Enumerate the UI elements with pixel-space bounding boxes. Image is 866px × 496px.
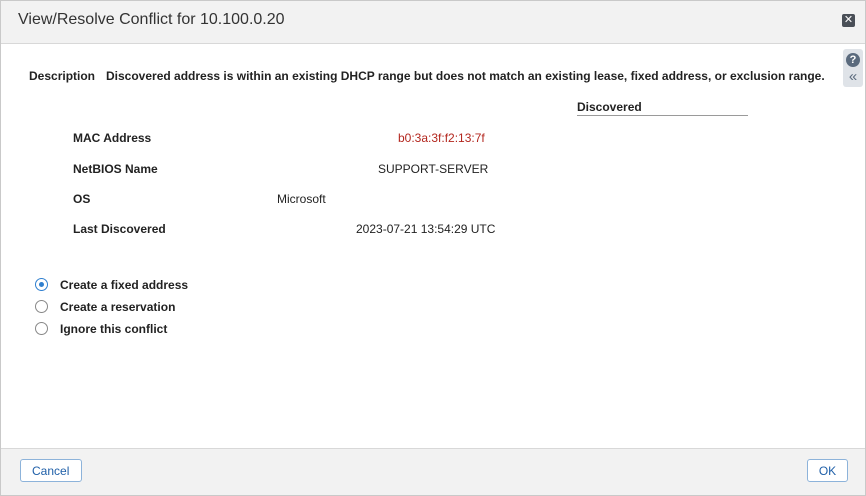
help-icon[interactable]: ? bbox=[846, 53, 860, 67]
description-text: Discovered address is within an existing… bbox=[106, 69, 825, 83]
side-help-tab: ? « bbox=[843, 49, 863, 87]
conflict-dialog: View/Resolve Conflict for 10.100.0.20 ✕ … bbox=[0, 0, 866, 496]
radio-ignore-conflict[interactable] bbox=[35, 322, 48, 335]
netbios-name-label: NetBIOS Name bbox=[73, 162, 158, 176]
radio-fixed-address[interactable] bbox=[35, 278, 48, 291]
close-icon[interactable]: ✕ bbox=[842, 14, 855, 27]
cancel-button[interactable]: Cancel bbox=[20, 459, 82, 482]
dialog-title: View/Resolve Conflict for 10.100.0.20 bbox=[18, 11, 285, 28]
last-discovered-label: Last Discovered bbox=[73, 222, 166, 236]
option-label: Ignore this conflict bbox=[60, 322, 168, 336]
description-label: Description bbox=[29, 69, 96, 83]
mac-address-label: MAC Address bbox=[73, 131, 152, 145]
os-label: OS bbox=[73, 192, 91, 206]
ok-button[interactable]: OK bbox=[807, 459, 848, 482]
discovered-column-header: Discovered bbox=[577, 100, 748, 116]
mac-address-value: b0:3a:3f:f2:13:7f bbox=[398, 131, 485, 145]
option-label: Create a fixed address bbox=[60, 278, 189, 292]
last-discovered-value: 2023-07-21 13:54:29 UTC bbox=[356, 222, 496, 236]
double-chevron-left-icon[interactable]: « bbox=[846, 69, 860, 84]
radio-reservation[interactable] bbox=[35, 300, 48, 313]
netbios-name-value: SUPPORT-SERVER bbox=[378, 162, 489, 176]
dialog-titlebar: View/Resolve Conflict for 10.100.0.20 ✕ bbox=[1, 1, 865, 44]
dialog-footer: Cancel OK bbox=[1, 448, 865, 495]
option-label: Create a reservation bbox=[60, 300, 176, 314]
os-value: Microsoft bbox=[277, 192, 326, 206]
